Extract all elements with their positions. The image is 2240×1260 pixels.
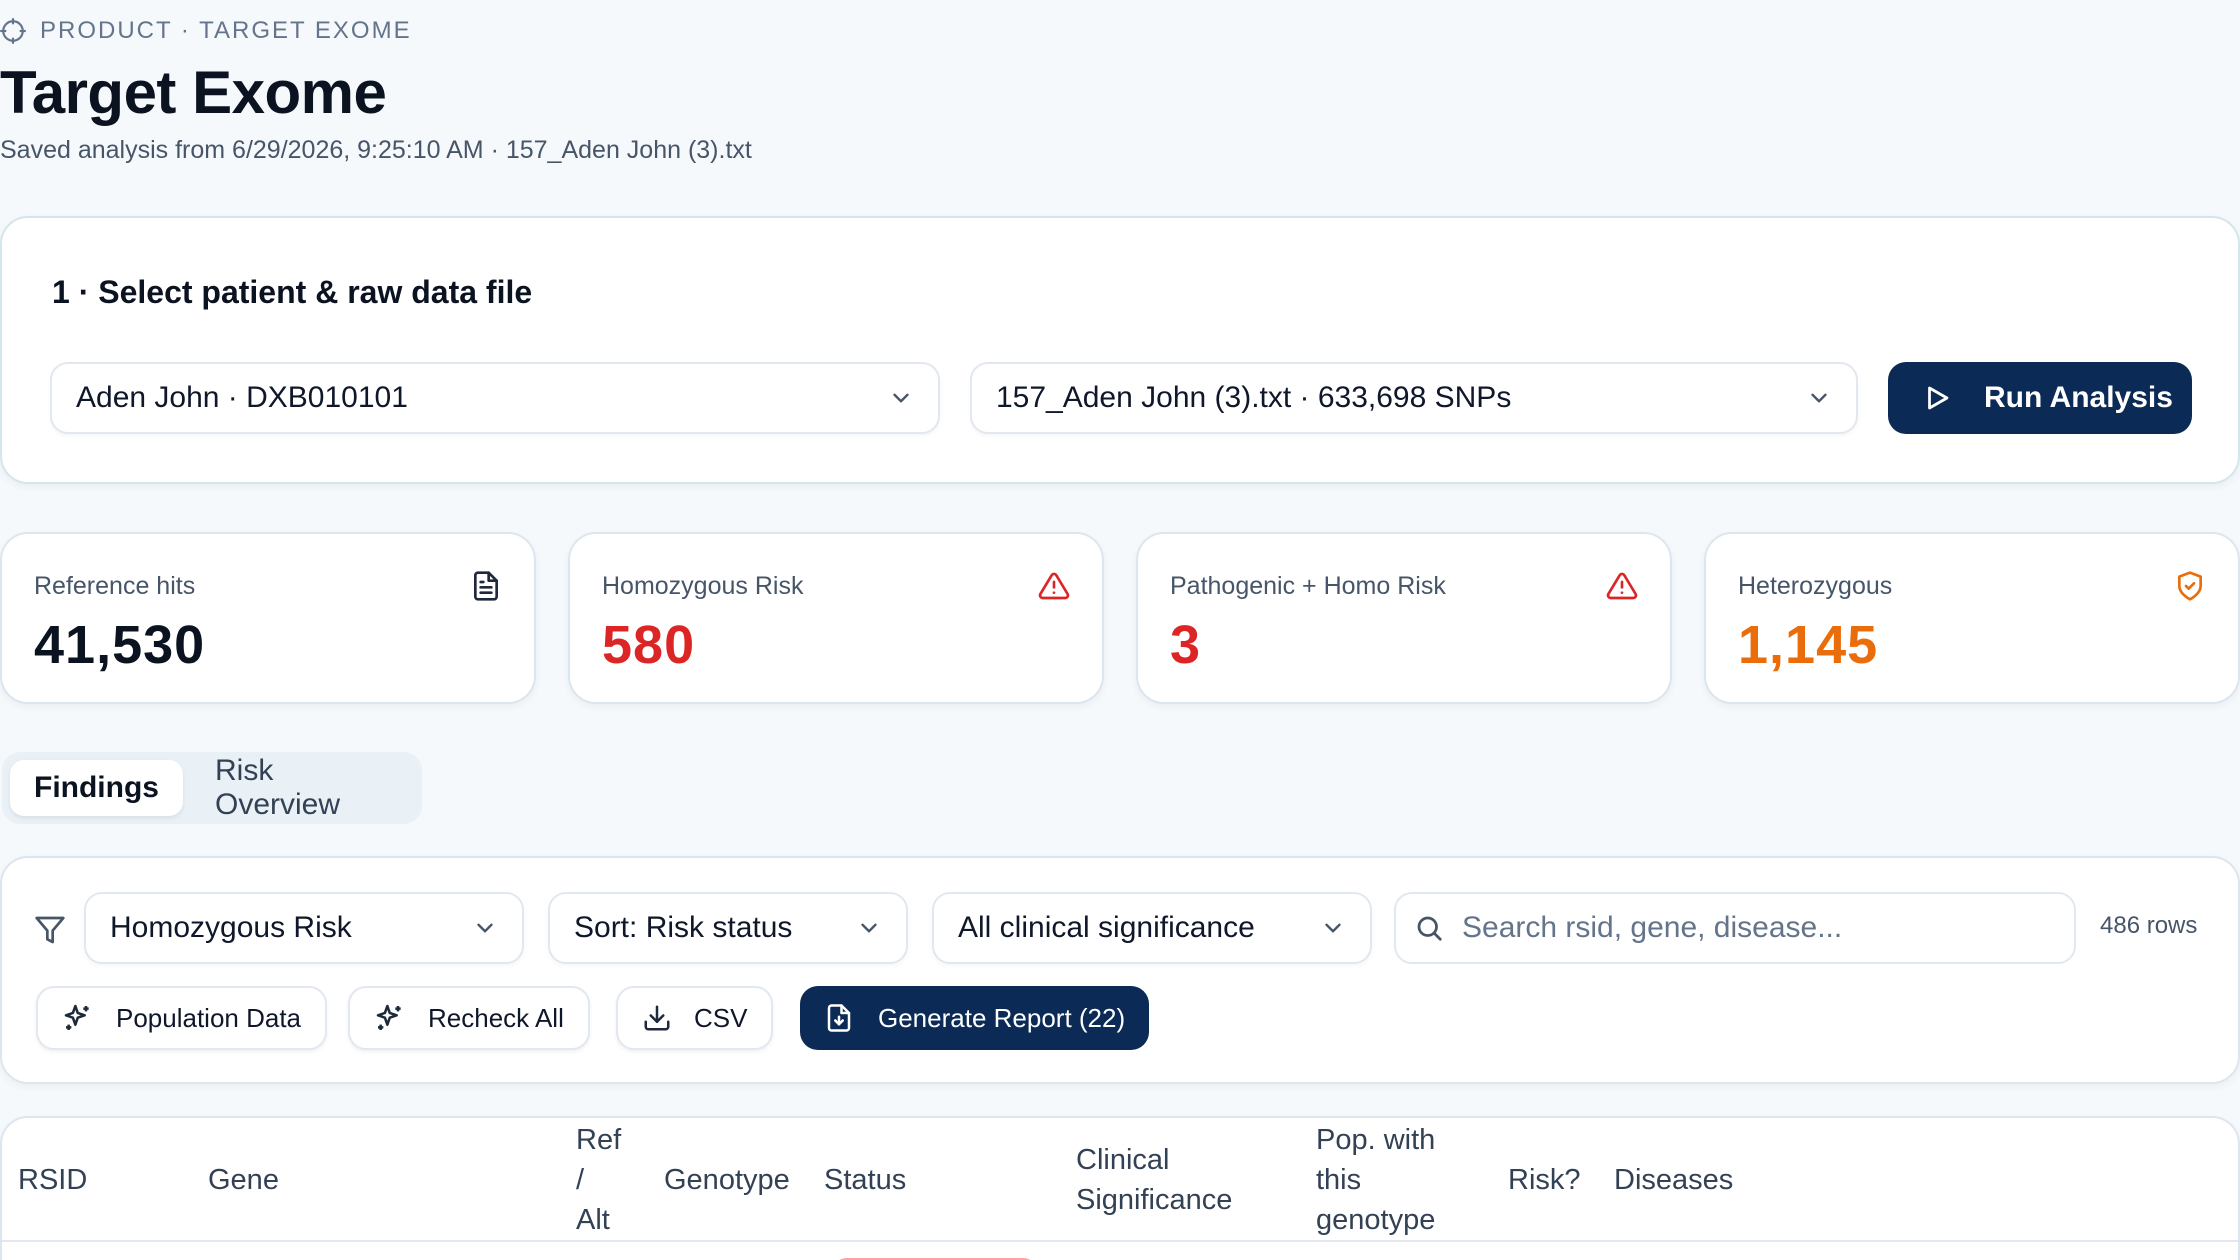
- document-icon: [470, 570, 502, 602]
- search-input[interactable]: [1462, 911, 2056, 945]
- file-select-value: 157_Aden John (3).txt · 633,698 SNPs: [996, 381, 1512, 414]
- play-icon: [1922, 383, 1952, 413]
- column-header-rsid[interactable]: RSID: [18, 1160, 87, 1200]
- column-header-text: Clinical: [1076, 1144, 1170, 1176]
- significance-select[interactable]: All clinical significance: [932, 892, 1372, 964]
- search-icon: [1414, 913, 1444, 943]
- tab-risk-overview[interactable]: Risk Overview: [191, 754, 414, 821]
- column-header-text: genotype: [1316, 1204, 1436, 1236]
- stat-label: Homozygous Risk: [602, 572, 804, 600]
- stat-card-pathogenic-homo-risk: Pathogenic + Homo Risk 3: [1136, 532, 1672, 704]
- column-header-text: this: [1316, 1164, 1362, 1196]
- column-header-text: Pop. with: [1316, 1124, 1436, 1156]
- filter-icon: [34, 914, 66, 946]
- column-header-text: /: [576, 1164, 585, 1196]
- column-header-risk[interactable]: Risk?: [1508, 1160, 1581, 1200]
- alert-triangle-icon: [1606, 570, 1638, 602]
- sparkles-icon: [62, 1002, 94, 1034]
- status-filter-select[interactable]: Homozygous Risk: [84, 892, 524, 964]
- generate-report-button[interactable]: Generate Report (22): [800, 986, 1150, 1050]
- chevron-down-icon: [1320, 915, 1346, 941]
- sort-select[interactable]: Sort: Risk status: [548, 892, 908, 964]
- stat-value: 580: [602, 615, 696, 675]
- column-header-genotype[interactable]: Genotype: [664, 1160, 790, 1200]
- shield-check-icon: [2174, 570, 2206, 602]
- page-title: Target Exome: [0, 59, 387, 126]
- view-tabs: Findings Risk Overview: [2, 752, 422, 824]
- population-data-label: Population Data: [116, 1002, 302, 1033]
- recheck-all-label: Recheck All: [428, 1002, 564, 1033]
- breadcrumb-text: PRODUCT · TARGET EXOME: [40, 17, 412, 44]
- column-header-diseases[interactable]: Diseases: [1614, 1160, 1733, 1200]
- file-select[interactable]: 157_Aden John (3).txt · 633,698 SNPs: [970, 362, 1858, 434]
- stat-value: 3: [1170, 615, 1202, 675]
- column-header-ref-alt[interactable]: Ref / Alt: [576, 1120, 621, 1240]
- chevron-down-icon: [472, 915, 498, 941]
- patient-select[interactable]: Aden John · DXB010101: [50, 362, 940, 434]
- header-divider: [2, 1240, 2238, 1242]
- column-header-text: Ref: [576, 1124, 622, 1156]
- stat-value: 41,530: [34, 615, 206, 675]
- run-analysis-button[interactable]: Run Analysis: [1888, 362, 2192, 434]
- stat-label: Heterozygous: [1738, 572, 1893, 600]
- sparkles-icon: [374, 1002, 406, 1034]
- significance-select-value: All clinical significance: [958, 911, 1255, 944]
- csv-download-button[interactable]: CSV: [616, 986, 774, 1050]
- csv-label: CSV: [694, 1002, 748, 1033]
- population-data-button[interactable]: Population Data: [36, 986, 328, 1050]
- chevron-down-icon: [856, 915, 882, 941]
- select-patient-card: 1 · Select patient & raw data file Aden …: [0, 216, 2240, 484]
- download-icon: [642, 1003, 672, 1033]
- tab-findings[interactable]: Findings: [10, 760, 183, 816]
- breadcrumb: PRODUCT · TARGET EXOME: [0, 14, 412, 48]
- search-box: [1394, 892, 2076, 964]
- column-header-status[interactable]: Status: [824, 1160, 906, 1200]
- stat-card-homozygous-risk: Homozygous Risk 580: [568, 532, 1104, 704]
- generate-report-label: Generate Report (22): [878, 1002, 1126, 1033]
- crosshair-icon: [0, 18, 26, 44]
- column-header-population[interactable]: Pop. with this genotype: [1316, 1120, 1435, 1240]
- column-header-gene[interactable]: Gene: [208, 1160, 279, 1200]
- page-subtitle: Saved analysis from 6/29/2026, 9:25:10 A…: [0, 136, 752, 164]
- stat-card-reference-hits: Reference hits 41,530: [0, 532, 536, 704]
- column-header-clinical-significance[interactable]: Clinical Significance: [1076, 1140, 1232, 1220]
- patient-select-value: Aden John · DXB010101: [76, 381, 408, 414]
- section-title: 1 · Select patient & raw data file: [52, 274, 533, 310]
- row-count: 486 rows: [2100, 912, 2198, 939]
- column-header-text: Alt: [576, 1204, 610, 1236]
- chevron-down-icon: [1806, 385, 1832, 411]
- status-filter-value: Homozygous Risk: [110, 911, 352, 944]
- chevron-down-icon: [888, 385, 914, 411]
- alert-triangle-icon: [1038, 570, 1070, 602]
- run-analysis-label: Run Analysis: [1984, 381, 2173, 414]
- stat-value: 1,145: [1738, 615, 1879, 675]
- stat-label: Reference hits: [34, 572, 196, 600]
- findings-table: RSID Gene Ref / Alt Genotype Status Clin…: [0, 1116, 2240, 1260]
- file-download-icon: [824, 1003, 854, 1033]
- stat-label: Pathogenic + Homo Risk: [1170, 572, 1446, 600]
- sort-select-value: Sort: Risk status: [574, 911, 793, 944]
- recheck-all-button[interactable]: Recheck All: [348, 986, 590, 1050]
- stat-card-heterozygous: Heterozygous 1,145: [1704, 532, 2240, 704]
- column-header-text: Significance: [1076, 1184, 1233, 1216]
- filter-toolbar: Homozygous Risk Sort: Risk status All cl…: [0, 856, 2240, 1084]
